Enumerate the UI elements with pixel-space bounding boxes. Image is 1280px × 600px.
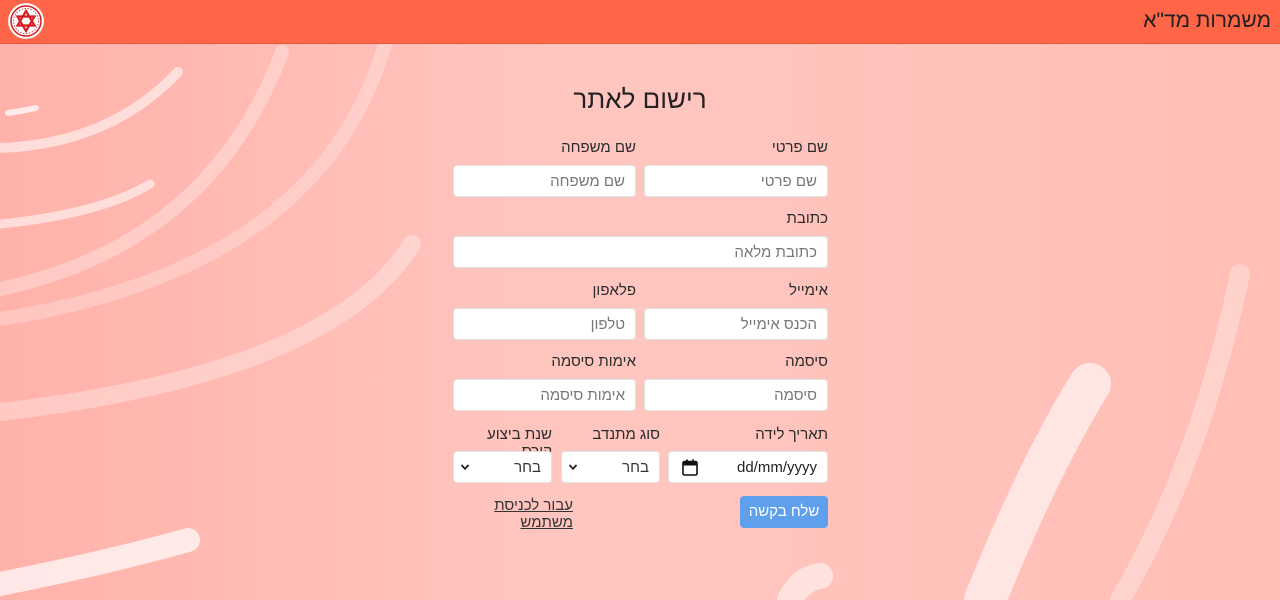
volunteer-type-value: בחר: [622, 459, 649, 476]
volunteer-type-select[interactable]: בחר: [561, 451, 660, 483]
chevron-down-icon: [460, 464, 470, 471]
site-title[interactable]: משמרות מד"א: [1143, 9, 1271, 33]
course-year-select[interactable]: בחר: [453, 451, 552, 483]
course-year-value: בחר: [514, 459, 541, 476]
phone-field[interactable]: טלפון: [453, 308, 636, 340]
phone-label: פלאפון: [592, 282, 636, 299]
first-name-label: שם פרטי: [771, 139, 828, 156]
birth-date-label: תאריך לידה: [755, 426, 828, 443]
birth-date-value: dd/mm/yyyy: [736, 459, 817, 476]
address-field[interactable]: כתובת מלאה: [453, 236, 828, 268]
password-confirm-label: אימות סיסמה: [551, 353, 636, 370]
email-field[interactable]: הכנס אימייל: [644, 308, 828, 340]
first-name-field[interactable]: שם פרטי: [644, 165, 828, 197]
chevron-down-icon: [568, 464, 578, 471]
last-name-label: שם משפחה: [561, 139, 636, 156]
volunteer-type-label: סוג מתנדב: [592, 426, 660, 443]
password-field[interactable]: סיסמה: [644, 379, 828, 411]
background-decoration: [0, 44, 1280, 600]
password-label: סיסמה: [785, 353, 828, 370]
top-navbar: משמרות מד"א: [0, 0, 1280, 44]
background-swirls: [0, 44, 1250, 600]
address-label: כתובת: [786, 210, 828, 227]
calendar-icon[interactable]: [682, 459, 698, 476]
submit-button[interactable]: שלח בקשה: [740, 496, 828, 528]
page-title: רישום לאתר: [573, 84, 707, 114]
birth-date-field[interactable]: dd/mm/yyyy: [668, 451, 828, 483]
email-label: אימייל: [788, 282, 828, 299]
last-name-field[interactable]: שם משפחה: [453, 165, 636, 197]
mda-logo-icon[interactable]: [9, 4, 43, 38]
login-link[interactable]: עבור לכניסת משתמש: [448, 497, 573, 531]
password-confirm-field[interactable]: אימות סיסמה: [453, 379, 636, 411]
